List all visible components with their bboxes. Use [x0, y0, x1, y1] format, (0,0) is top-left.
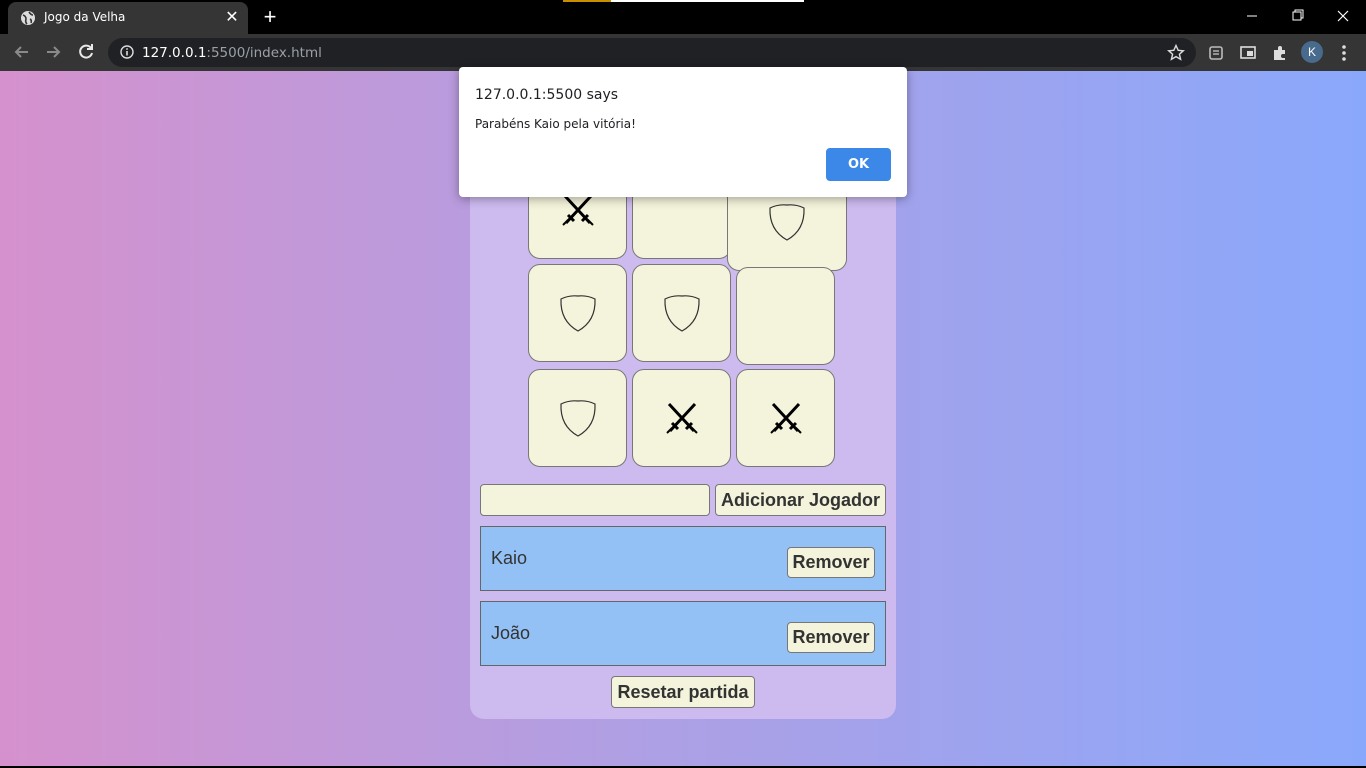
reload-icon[interactable]	[76, 42, 96, 62]
ok-button[interactable]: OK	[826, 148, 891, 181]
info-icon[interactable]	[120, 45, 134, 59]
board-cell-4[interactable]	[528, 264, 627, 362]
alert-dialog: 127.0.0.1:5500 says Parabéns Kaio pela v…	[459, 67, 907, 197]
bookmark-star-icon[interactable]	[1167, 44, 1185, 62]
forward-arrow-icon[interactable]	[43, 42, 63, 62]
crossed-swords-icon	[665, 402, 698, 434]
reset-match-button[interactable]: Resetar partida	[611, 676, 755, 708]
player-row-1: Kaio Remover	[480, 526, 886, 591]
profile-avatar[interactable]: K	[1301, 41, 1323, 63]
minimize-icon[interactable]	[1240, 6, 1264, 26]
player-name-input[interactable]	[480, 484, 710, 516]
shield-icon	[559, 400, 596, 437]
browser-toolbar: 127.0.0.1:5500/index.html K	[0, 34, 1366, 71]
player-name: João	[491, 623, 531, 643]
browser-titlebar: Jogo da Velha ✕ +	[0, 0, 1366, 34]
close-tab-icon[interactable]: ✕	[224, 10, 240, 26]
player-name: Kaio	[491, 548, 528, 568]
tab-title: Jogo da Velha	[44, 10, 126, 24]
url-path: :5500/index.html	[206, 45, 322, 61]
dialog-title: 127.0.0.1:5500 says	[475, 87, 619, 103]
dialog-message: Parabéns Kaio pela vitória!	[475, 117, 636, 131]
shield-icon	[663, 295, 700, 332]
new-tab-icon[interactable]: +	[258, 6, 282, 28]
board-cell-5[interactable]	[632, 264, 731, 362]
add-player-button[interactable]: Adicionar Jogador	[715, 484, 886, 516]
url-text: 127.0.0.1:5500/index.html	[142, 45, 322, 61]
reading-list-icon[interactable]	[1206, 43, 1226, 63]
top-strip-accent	[563, 0, 611, 2]
address-bar[interactable]: 127.0.0.1:5500/index.html	[108, 38, 1196, 67]
back-arrow-icon[interactable]	[12, 42, 32, 62]
browser-tab[interactable]: Jogo da Velha ✕	[8, 2, 248, 34]
tab-search-icon[interactable]	[1238, 43, 1258, 63]
url-host: 127.0.0.1	[142, 45, 207, 61]
board-cell-9[interactable]	[736, 369, 835, 467]
remove-player-button[interactable]: Remover	[787, 547, 875, 578]
board-cell-8[interactable]	[632, 369, 731, 467]
player-row-2: João Remover	[480, 601, 886, 666]
kebab-menu-icon[interactable]	[1336, 43, 1352, 63]
restore-icon[interactable]	[1285, 6, 1309, 26]
remove-player-button[interactable]: Remover	[787, 622, 875, 653]
crossed-swords-icon	[769, 402, 802, 434]
board-cell-7[interactable]	[528, 369, 627, 467]
crossed-swords-icon	[561, 194, 594, 226]
extensions-puzzle-icon[interactable]	[1270, 43, 1290, 63]
close-window-icon[interactable]	[1331, 6, 1355, 26]
board-cell-6[interactable]	[736, 267, 835, 365]
globe-icon	[21, 11, 35, 25]
shield-icon	[559, 295, 596, 332]
shield-icon	[769, 204, 805, 241]
